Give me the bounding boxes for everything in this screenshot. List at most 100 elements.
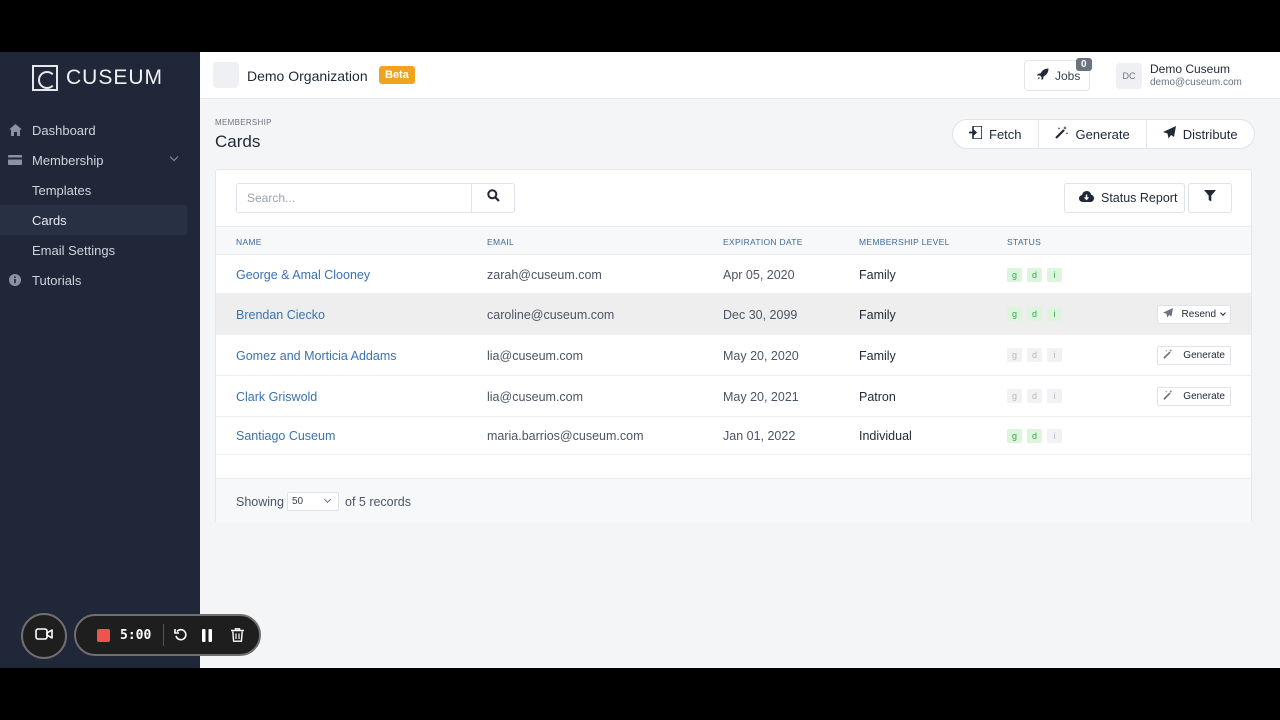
status-google-badge: g (1007, 348, 1022, 362)
expiration-date: Apr 05, 2020 (723, 268, 795, 282)
column-header-status[interactable]: STATUS (1007, 237, 1041, 247)
member-email: caroline@cuseum.com (487, 308, 615, 322)
pause-icon[interactable] (201, 628, 213, 642)
column-header-email[interactable]: EMAIL (487, 237, 514, 247)
magic-wand-icon (1163, 390, 1174, 403)
status-indicators: g d i (1007, 268, 1062, 282)
org-avatar[interactable] (213, 62, 239, 88)
row-generate-label: Generate (1183, 350, 1225, 361)
table-footer: Showing 50 of 5 records (216, 478, 1251, 523)
membership-level: Family (859, 349, 896, 363)
home-icon (8, 123, 22, 137)
table-row[interactable]: Clark Griswold lia@cuseum.com May 20, 20… (216, 376, 1251, 417)
sidebar-item-dashboard[interactable]: Dashboard (0, 115, 187, 145)
showing-label: Showing (236, 495, 284, 509)
expiration-date: Dec 30, 2099 (723, 308, 798, 322)
membership-level: Family (859, 308, 896, 322)
status-report-button[interactable]: Status Report (1064, 183, 1185, 213)
user-name[interactable]: Demo Cuseum (1150, 62, 1230, 76)
column-header-membership-level[interactable]: MEMBERSHIP LEVEL (859, 237, 950, 247)
card-actions-group: Fetch Generate Distribute (952, 119, 1255, 149)
status-downloaded-badge: d (1027, 429, 1042, 443)
sidebar-item-cards[interactable]: Cards (0, 205, 187, 235)
row-generate-button[interactable]: Generate (1157, 387, 1231, 406)
sidebar-item-label: Email Settings (32, 242, 116, 258)
recorder-camera-button[interactable] (21, 613, 67, 659)
jobs-count-badge: 0 (1076, 58, 1092, 71)
status-downloaded-badge: d (1027, 268, 1042, 282)
status-installed-badge: i (1047, 429, 1062, 443)
card-icon (8, 153, 22, 167)
search-input[interactable] (236, 183, 472, 213)
member-name-link[interactable]: Gomez and Morticia Addams (236, 349, 397, 363)
sidebar-item-membership[interactable]: Membership (0, 145, 187, 175)
table-row[interactable]: Gomez and Morticia Addams lia@cuseum.com… (216, 335, 1251, 376)
distribute-button[interactable]: Distribute (1147, 120, 1254, 148)
beta-badge: Beta (379, 66, 415, 84)
brand[interactable]: CUSEUM (32, 64, 163, 92)
sidebar-item-label: Cards (32, 212, 67, 228)
info-icon (8, 273, 22, 287)
column-header-name[interactable]: NAME (236, 237, 262, 247)
resend-label: Resend (1181, 309, 1216, 320)
member-name-link[interactable]: Brendan Ciecko (236, 308, 325, 322)
column-header-expiration-date[interactable]: EXPIRATION DATE (723, 237, 803, 247)
status-downloaded-badge: d (1027, 348, 1042, 362)
status-google-badge: g (1007, 389, 1022, 403)
status-indicators: g d i (1007, 389, 1062, 403)
status-google-badge: g (1007, 268, 1022, 282)
membership-level: Individual (859, 429, 912, 443)
expiration-date: May 20, 2020 (723, 349, 799, 363)
brand-name: CUSEUM (66, 66, 164, 89)
sidebar-item-label: Dashboard (32, 122, 96, 138)
magic-wand-icon (1163, 349, 1174, 362)
cloud-download-icon (1079, 191, 1094, 205)
letterbox-top (0, 0, 1280, 52)
status-indicators: g d i (1007, 348, 1062, 362)
magic-wand-icon (1054, 126, 1069, 142)
per-page-select[interactable]: 50 (287, 492, 339, 511)
recording-timer: 5:00 (120, 627, 152, 643)
membership-level: Family (859, 268, 896, 282)
row-generate-button[interactable]: Generate (1157, 346, 1231, 365)
per-page-value: 50 (292, 496, 304, 507)
table-row[interactable]: George & Amal Clooney zarah@cuseum.com A… (216, 256, 1251, 294)
paper-plane-icon (1162, 308, 1173, 321)
stop-recording-button[interactable] (97, 628, 110, 642)
video-camera-icon (35, 627, 53, 645)
search-button[interactable] (472, 183, 515, 213)
records-count: of 5 records (345, 495, 412, 509)
member-email: maria.barrios@cuseum.com (487, 429, 644, 443)
generate-button[interactable]: Generate (1039, 120, 1147, 148)
table-row[interactable]: Santiago Cuseum maria.barrios@cuseum.com… (216, 417, 1251, 455)
sidebar-item-templates[interactable]: Templates (0, 175, 187, 205)
member-name-link[interactable]: Santiago Cuseum (236, 429, 335, 443)
restart-icon[interactable] (174, 628, 188, 642)
member-name-link[interactable]: George & Amal Clooney (236, 268, 370, 282)
org-name[interactable]: Demo Organization (247, 68, 368, 84)
fetch-button[interactable]: Fetch (953, 120, 1039, 148)
membership-level: Patron (859, 390, 896, 404)
sidebar-item-tutorials[interactable]: Tutorials (0, 265, 187, 295)
divider (163, 624, 165, 646)
user-avatar[interactable]: DC (1116, 63, 1142, 89)
breadcrumb[interactable]: MEMBERSHIP (215, 118, 272, 127)
resend-button[interactable]: Resend (1156, 305, 1231, 324)
status-google-badge: g (1007, 307, 1022, 321)
cards-panel: Status Report NAME EMAIL EXPIRATION DATE… (215, 169, 1252, 523)
status-indicators: g d i (1007, 307, 1062, 321)
table-header: NAME EMAIL EXPIRATION DATE MEMBERSHIP LE… (216, 226, 1251, 255)
sidebar-item-label: Membership (32, 152, 104, 168)
filter-button[interactable] (1188, 183, 1232, 213)
status-installed-badge: i (1047, 307, 1062, 321)
distribute-label: Distribute (1182, 126, 1238, 142)
sidebar-item-email-settings[interactable]: Email Settings (0, 235, 187, 265)
generate-label: Generate (1075, 126, 1130, 142)
letterbox-bottom (0, 668, 1280, 720)
trash-icon[interactable] (231, 628, 245, 642)
table-row[interactable]: Brendan Ciecko caroline@cuseum.com Dec 3… (216, 294, 1251, 335)
member-name-link[interactable]: Clark Griswold (236, 390, 317, 404)
search-icon (486, 189, 500, 207)
sidebar: CUSEUM Dashboard Membership Templates Ca… (0, 52, 200, 668)
app-window: CUSEUM Dashboard Membership Templates Ca… (0, 52, 1280, 668)
